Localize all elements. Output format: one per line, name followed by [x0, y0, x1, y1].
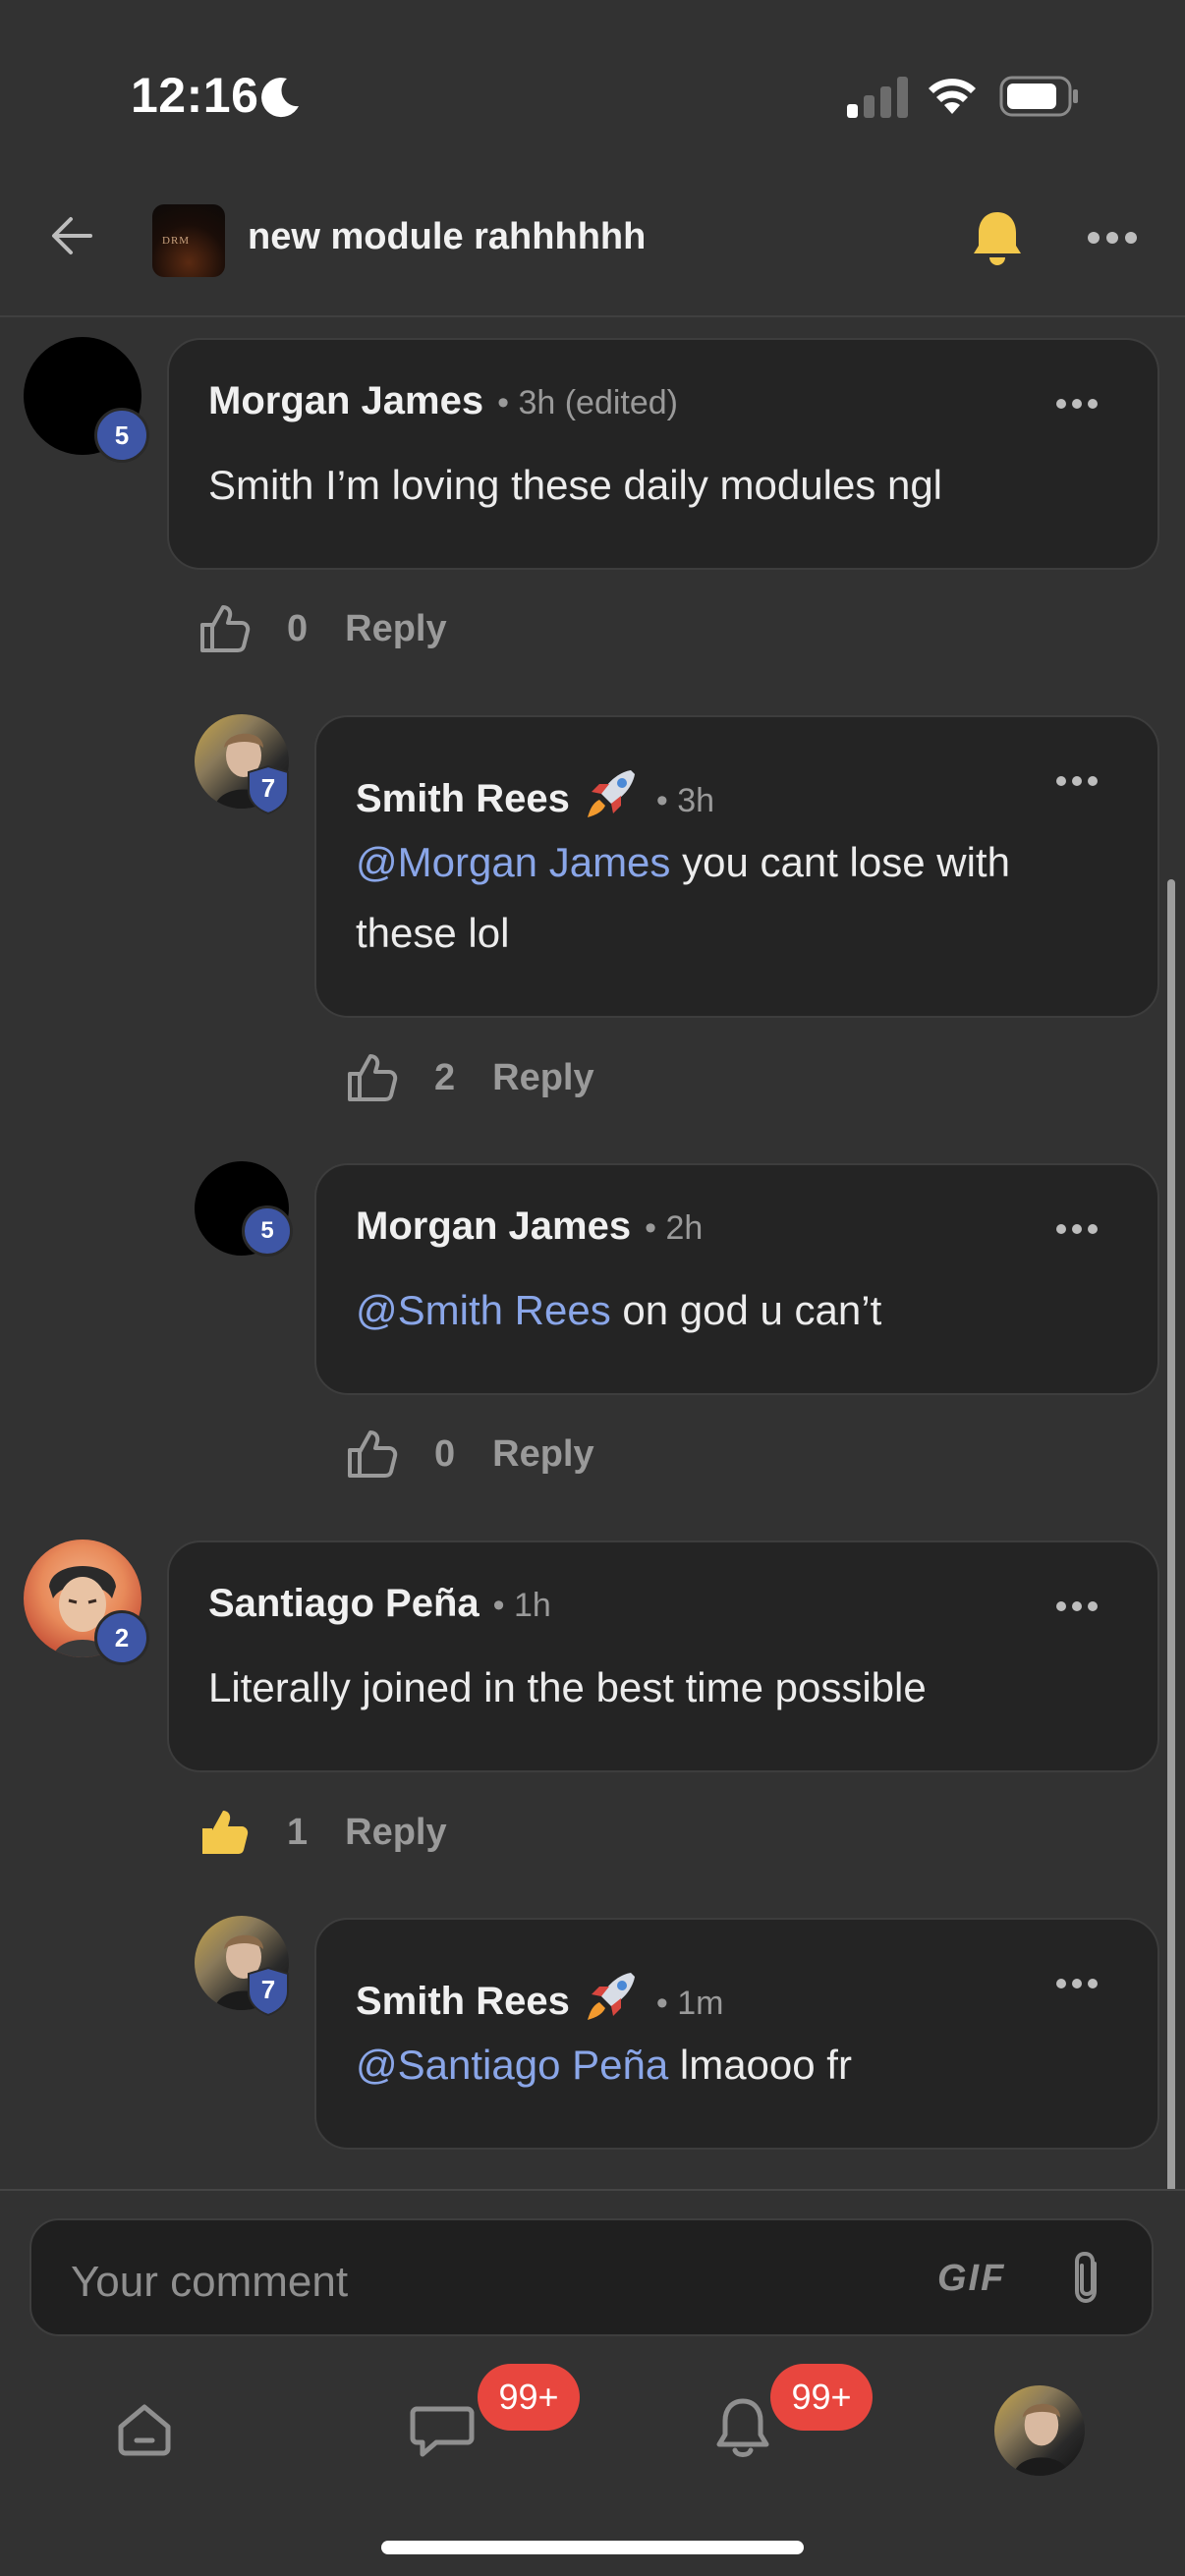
- comment-text: @Morgan James you cant lose with these l…: [356, 839, 1010, 956]
- notification-bell-icon[interactable]: [713, 2395, 772, 2460]
- reply-button[interactable]: Reply: [492, 1433, 593, 1476]
- comment-author[interactable]: Morgan James: [356, 1204, 631, 1249]
- moon-icon: [261, 78, 299, 118]
- cellular-signal-icon: [847, 77, 908, 118]
- back-arrow-icon[interactable]: [45, 208, 100, 263]
- thumbs-up-icon[interactable]: [344, 1427, 399, 1482]
- comment-author[interactable]: Morgan James: [208, 379, 483, 423]
- comment: 5 Morgan James • 3h (edited) Smith I’m l…: [0, 334, 1185, 688]
- profile-avatar-tab[interactable]: [994, 2385, 1085, 2476]
- comment-meta: • 2h: [645, 1209, 704, 1247]
- level-badge: 5: [94, 408, 149, 463]
- comment-more-icon[interactable]: [1055, 1977, 1099, 1990]
- rocket-emoji: [587, 770, 635, 817]
- comment-actions: 1 Reply: [197, 1805, 447, 1860]
- user-mention[interactable]: @Santiago Peña: [356, 2042, 668, 2088]
- comment-more-icon[interactable]: [1055, 774, 1099, 788]
- chat-unread-badge: 99+: [478, 2364, 580, 2431]
- comment-author[interactable]: Santiago Peña: [208, 1582, 480, 1626]
- reply-button[interactable]: Reply: [492, 1057, 593, 1099]
- comment-composer: Your comment GIF: [0, 2189, 1185, 2336]
- group-thumbnail-text: DRM: [162, 235, 191, 247]
- comment-bubble: Smith Rees • 1m @Santiago Peña lmaooo fr: [314, 1918, 1159, 2150]
- comment-text: @Santiago Peña lmaooo fr: [356, 2042, 852, 2088]
- like-count: 0: [434, 1432, 456, 1475]
- level-badge: 7: [260, 773, 276, 803]
- thumbs-up-icon[interactable]: [344, 1050, 399, 1105]
- notification-unread-badge: 99+: [770, 2364, 873, 2431]
- comment-input-placeholder: Your comment: [71, 2258, 349, 2306]
- status-bar: 12:16: [0, 0, 1185, 187]
- comment: 2 Santiago Peña • 1h Literally joined in…: [0, 1538, 1185, 1862]
- comment: 5 Morgan James • 2h @Smith Rees on god u…: [0, 1159, 1185, 1484]
- reply-button[interactable]: Reply: [345, 1812, 446, 1854]
- more-icon[interactable]: [1087, 230, 1138, 246]
- comment: 7 Smith Rees • 1m @Santiago Peña lmaooo …: [0, 1914, 1185, 2189]
- comment-text: @Smith Rees on god u can’t: [356, 1287, 882, 1333]
- gif-button[interactable]: GIF: [937, 2258, 1005, 2300]
- comment-text: Smith I’m loving these daily modules ngl: [208, 462, 943, 508]
- battery-icon: [999, 76, 1078, 117]
- comment-meta: • 1m: [655, 1985, 724, 2022]
- comment-author[interactable]: Smith Rees: [356, 1980, 570, 2024]
- comment-bubble: Morgan James • 3h (edited) Smith I’m lov…: [167, 338, 1159, 570]
- comment-actions: 0 Reply: [344, 1427, 594, 1482]
- comment-actions: 2 Reply: [344, 1050, 594, 1105]
- home-indicator[interactable]: [381, 2541, 804, 2554]
- wifi-icon: [929, 79, 976, 114]
- level-badge: 5: [242, 1205, 293, 1257]
- group-thumbnail[interactable]: DRM: [152, 204, 225, 277]
- comment-text: Literally joined in the best time possib…: [208, 1664, 927, 1710]
- like-count: 1: [287, 1811, 309, 1853]
- status-time: 12:16: [131, 68, 259, 123]
- paperclip-icon[interactable]: [1065, 2248, 1108, 2309]
- thumbs-up-icon-liked[interactable]: [197, 1805, 252, 1860]
- thumbs-up-icon[interactable]: [197, 601, 252, 656]
- comment-bubble: Santiago Peña • 1h Literally joined in t…: [167, 1540, 1159, 1772]
- like-count: 2: [434, 1056, 456, 1098]
- comment-input[interactable]: Your comment GIF: [29, 2218, 1154, 2336]
- page-title: new module rahhhhhh: [248, 216, 647, 257]
- user-mention[interactable]: @Smith Rees: [356, 1287, 611, 1333]
- comment-bubble: Smith Rees • 3h @Morgan James you cant l…: [314, 715, 1159, 1018]
- reply-button[interactable]: Reply: [345, 608, 446, 650]
- comment-more-icon[interactable]: [1055, 1222, 1099, 1236]
- comment-bubble: Morgan James • 2h @Smith Rees on god u c…: [314, 1163, 1159, 1395]
- scrollbar[interactable]: [1167, 879, 1175, 2299]
- comment-more-icon[interactable]: [1055, 1599, 1099, 1613]
- post-header: DRM new module rahhhhhh: [0, 187, 1185, 317]
- rocket-emoji: [587, 1973, 635, 2020]
- chat-icon[interactable]: [409, 2399, 476, 2460]
- comment: 7 Smith Rees • 3h @Morgan James you cant…: [0, 712, 1185, 1125]
- level-badge: 7: [260, 1975, 276, 2004]
- user-mention[interactable]: @Morgan James: [356, 839, 670, 885]
- comment-actions: 0 Reply: [197, 601, 447, 656]
- comment-meta: • 3h (edited): [497, 384, 679, 421]
- home-icon[interactable]: [113, 2397, 176, 2460]
- comment-meta: • 3h: [655, 782, 715, 819]
- comment-meta: • 1h: [492, 1587, 551, 1624]
- comment-author[interactable]: Smith Rees: [356, 777, 570, 821]
- comment-more-icon[interactable]: [1055, 397, 1099, 411]
- like-count: 0: [287, 607, 309, 649]
- bell-icon[interactable]: [970, 208, 1025, 267]
- level-badge: 2: [94, 1610, 149, 1665]
